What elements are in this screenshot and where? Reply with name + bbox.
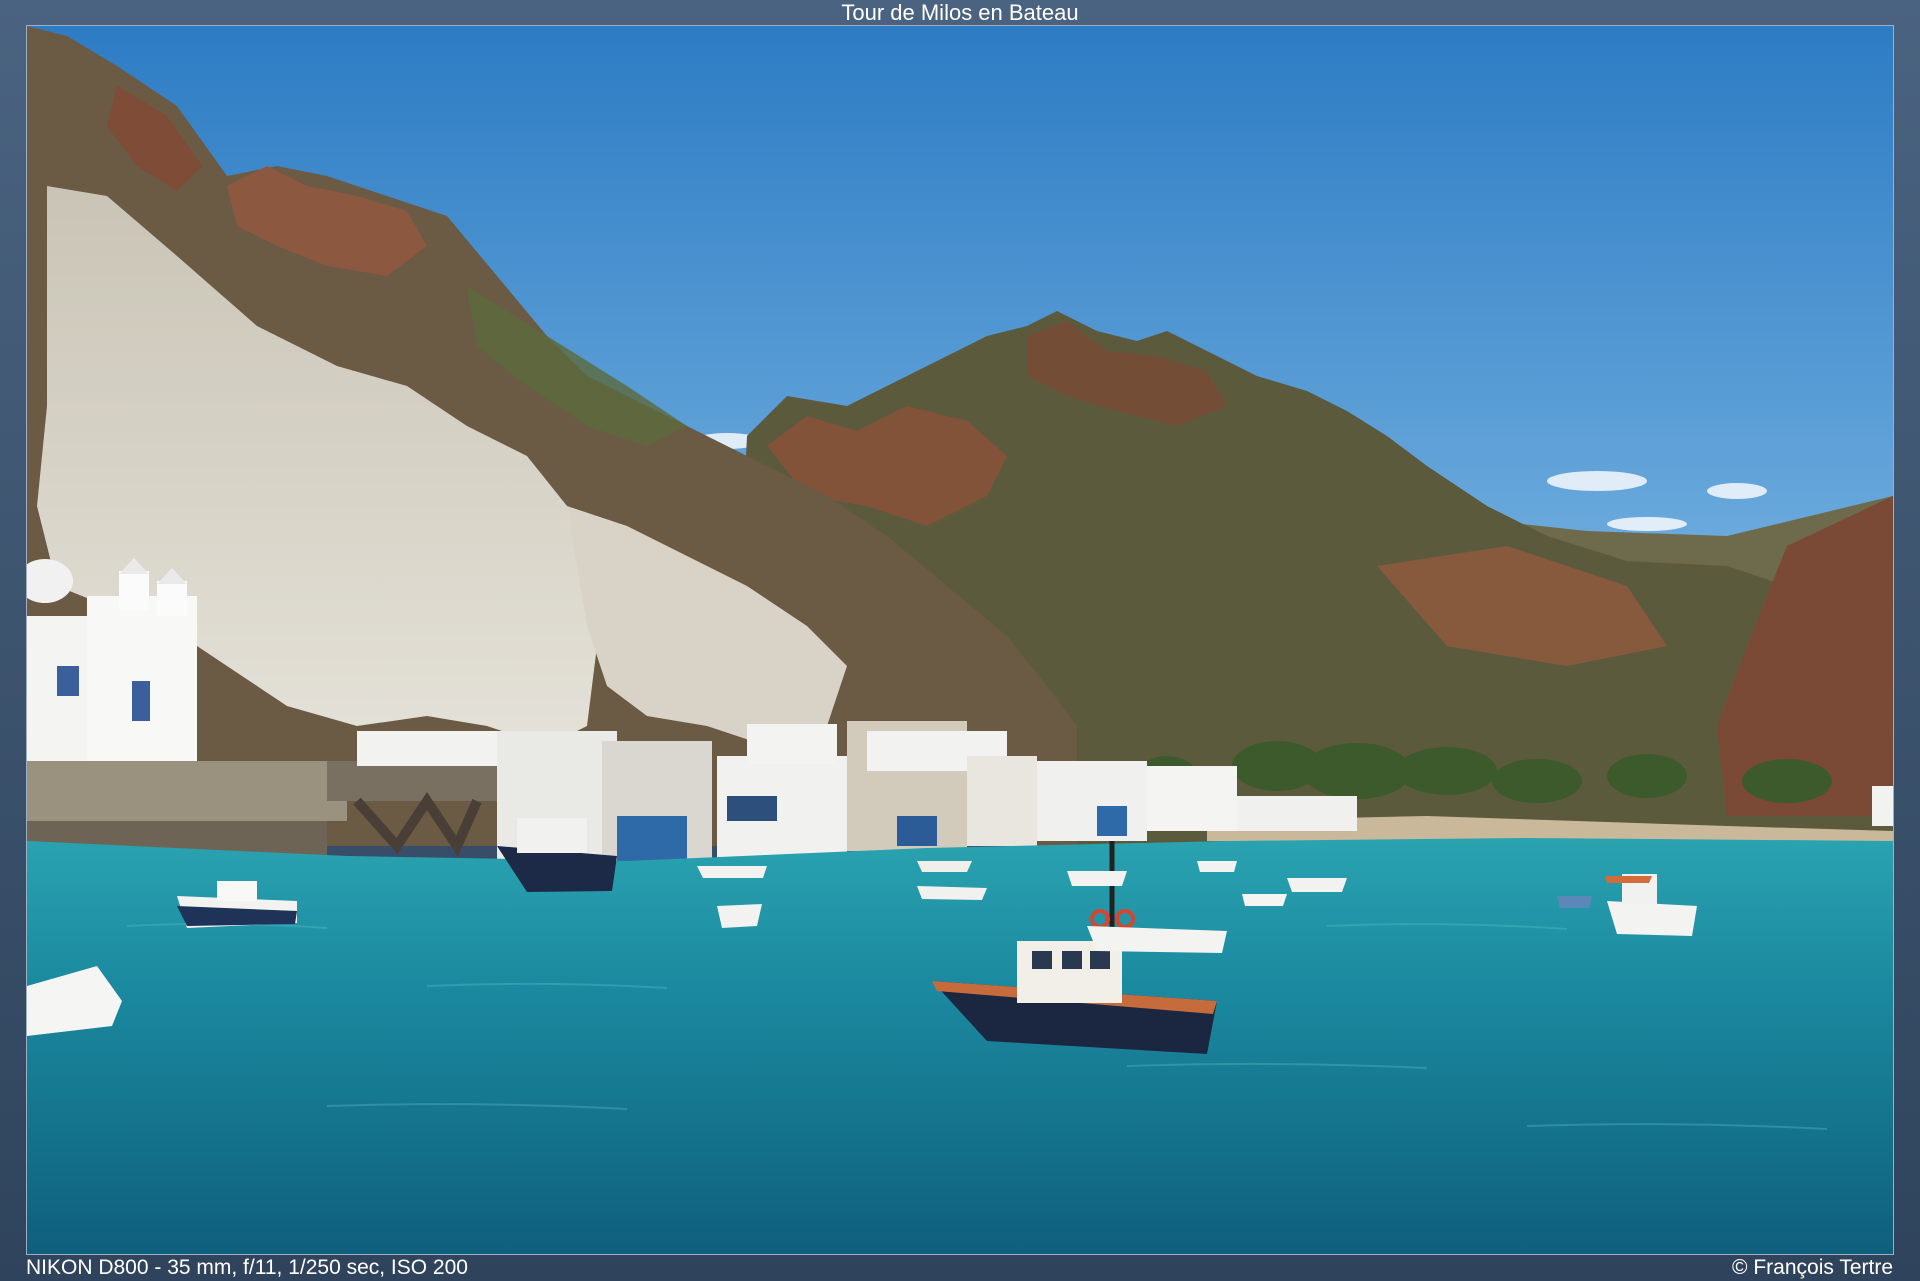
photo: [26, 25, 1894, 1255]
small-boat-1: [697, 866, 767, 878]
exif-info: NIKON D800 - 35 mm, f/11, 1/250 sec, ISO…: [26, 1256, 468, 1279]
boat-right: [1607, 901, 1697, 936]
small-boat-4: [917, 861, 972, 872]
page-title: Tour de Milos en Bateau: [841, 0, 1079, 25]
photo-footer: NIKON D800 - 35 mm, f/11, 1/250 sec, ISO…: [0, 1254, 1920, 1281]
small-boat-8: [1557, 896, 1592, 908]
small-boat-2: [717, 904, 762, 928]
small-boat-7: [1287, 878, 1347, 892]
small-boat-3: [917, 886, 987, 900]
small-boat-6: [1242, 894, 1287, 906]
boat-center: [1067, 871, 1127, 886]
copyright-notice: © François Tertre: [1732, 1256, 1893, 1279]
stone-quay: [27, 761, 347, 821]
sea: [27, 838, 1893, 1254]
small-boat-5: [1197, 861, 1237, 872]
harbor-scene: [27, 26, 1893, 1254]
